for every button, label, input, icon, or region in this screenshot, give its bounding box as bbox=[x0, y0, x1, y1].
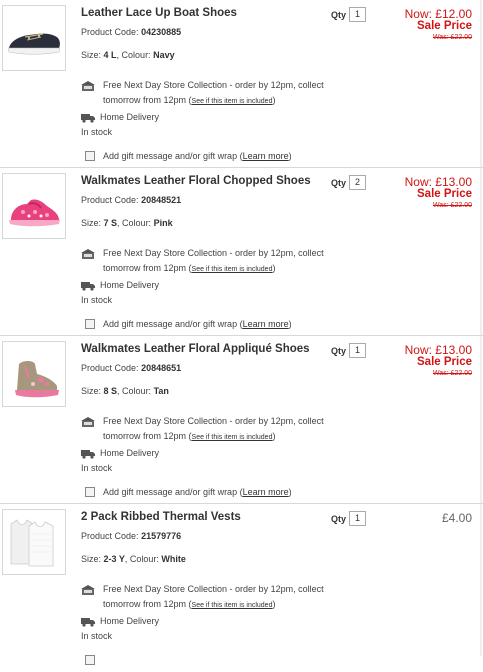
product-image-thermal-vests[interactable] bbox=[2, 509, 66, 575]
basket-item: Leather Lace Up Boat Shoes Product Code:… bbox=[0, 0, 483, 168]
store-collection-text-2: tomorrow from 12pm (See if this item is … bbox=[103, 431, 276, 441]
qty-input[interactable]: 1 bbox=[349, 343, 366, 358]
product-title[interactable]: Walkmates Leather Floral Appliqué Shoes bbox=[81, 343, 310, 355]
sale-price-label: Sale Price bbox=[417, 188, 472, 200]
home-delivery-text: Home Delivery bbox=[100, 448, 160, 458]
store-collection-text-2: tomorrow from 12pm (See if this item is … bbox=[103, 599, 276, 609]
price-was: Was: £22.00 bbox=[432, 202, 472, 209]
tan-floral-boot-icon bbox=[15, 361, 59, 398]
product-title[interactable]: Leather Lace Up Boat Shoes bbox=[81, 7, 237, 19]
home-delivery-text: Home Delivery bbox=[100, 112, 160, 122]
store-collection-text: Free Next Day Store Collection - order b… bbox=[103, 416, 324, 426]
product-size-colour: Size: 2-3 Y, Colour: White bbox=[81, 554, 186, 564]
delivery-van-icon bbox=[81, 114, 95, 123]
product-code: Product Code: 20848651 bbox=[81, 363, 182, 373]
product-title[interactable]: 2 Pack Ribbed Thermal Vests bbox=[81, 511, 241, 523]
price-was: Was: £22.00 bbox=[432, 34, 472, 41]
store-collection-text: Free Next Day Store Collection - order b… bbox=[103, 248, 324, 258]
see-if-included-link[interactable]: See if this item is included bbox=[192, 602, 273, 609]
product-image-tan-boot[interactable] bbox=[2, 341, 66, 407]
see-if-included-link[interactable]: See if this item is included bbox=[192, 98, 273, 105]
qty-input[interactable]: 2 bbox=[349, 175, 366, 190]
qty-label: Qty bbox=[331, 10, 347, 20]
gift-wrap-label: Add gift message and/or gift wrap (Learn… bbox=[103, 151, 292, 161]
stock-status: In stock bbox=[81, 463, 113, 473]
qty-label: Qty bbox=[331, 514, 347, 524]
qty-label: Qty bbox=[331, 178, 347, 188]
stock-status: In stock bbox=[81, 631, 113, 641]
product-size-colour: Size: 8 S, Colour: Tan bbox=[81, 386, 169, 396]
learn-more-link[interactable]: Learn more bbox=[243, 319, 289, 329]
gift-wrap-checkbox[interactable] bbox=[85, 655, 95, 665]
pink-floral-shoe-icon bbox=[9, 199, 60, 227]
store-collection-text: Free Next Day Store Collection - order b… bbox=[103, 80, 324, 90]
product-code: Product Code: 21579776 bbox=[81, 531, 182, 541]
stock-status: In stock bbox=[81, 295, 113, 305]
store-collection-icon bbox=[81, 249, 95, 259]
home-delivery-text: Home Delivery bbox=[100, 280, 160, 290]
qty-input[interactable]: 1 bbox=[349, 7, 366, 22]
product-code: Product Code: 04230885 bbox=[81, 27, 182, 37]
store-collection-text: Free Next Day Store Collection - order b… bbox=[103, 584, 324, 594]
product-title[interactable]: Walkmates Leather Floral Chopped Shoes bbox=[81, 175, 311, 187]
delivery-van-icon bbox=[81, 282, 95, 291]
delivery-van-icon bbox=[81, 450, 95, 459]
basket-item: 2 Pack Ribbed Thermal Vests Product Code… bbox=[0, 504, 483, 672]
sale-price-label: Sale Price bbox=[417, 356, 472, 368]
gift-wrap-label: Add gift message and/or gift wrap (Learn… bbox=[103, 319, 292, 329]
delivery-van-icon bbox=[81, 618, 95, 627]
price-now: Now: £13.00 bbox=[404, 175, 472, 189]
product-image-pink-shoe[interactable] bbox=[2, 173, 66, 239]
learn-more-link[interactable]: Learn more bbox=[243, 487, 289, 497]
basket-item: Walkmates Leather Floral Appliqué Shoes … bbox=[0, 336, 483, 504]
store-collection-text-2: tomorrow from 12pm (See if this item is … bbox=[103, 95, 276, 105]
price: £4.00 bbox=[441, 511, 472, 525]
see-if-included-link[interactable]: See if this item is included bbox=[192, 266, 273, 273]
gift-wrap-checkbox[interactable] bbox=[85, 319, 95, 329]
stock-status: In stock bbox=[81, 127, 113, 137]
white-thermal-vests-icon bbox=[10, 519, 54, 567]
gift-wrap-label: Add gift message and/or gift wrap (Learn… bbox=[103, 487, 292, 497]
sale-price-label: Sale Price bbox=[417, 20, 472, 32]
product-image-boat-shoe[interactable] bbox=[2, 5, 66, 71]
basket-item: Walkmates Leather Floral Chopped Shoes P… bbox=[0, 168, 483, 336]
price-now: Now: £12.00 bbox=[404, 7, 472, 21]
qty-input[interactable]: 1 bbox=[349, 511, 366, 526]
store-collection-icon bbox=[81, 585, 95, 595]
qty-label: Qty bbox=[331, 346, 347, 356]
store-collection-icon bbox=[81, 417, 95, 427]
see-if-included-link[interactable]: See if this item is included bbox=[192, 434, 273, 441]
price-was: Was: £22.00 bbox=[432, 370, 472, 377]
product-size-colour: Size: 4 L, Colour: Navy bbox=[81, 50, 175, 60]
product-code: Product Code: 20848521 bbox=[81, 195, 182, 205]
store-collection-icon bbox=[81, 81, 95, 91]
gift-wrap-checkbox[interactable] bbox=[85, 151, 95, 161]
home-delivery-text: Home Delivery bbox=[100, 616, 160, 626]
store-collection-text-2: tomorrow from 12pm (See if this item is … bbox=[103, 263, 276, 273]
navy-boat-shoe-icon bbox=[7, 33, 61, 55]
price-now: Now: £13.00 bbox=[404, 343, 472, 357]
learn-more-link[interactable]: Learn more bbox=[243, 151, 289, 161]
product-size-colour: Size: 7 S, Colour: Pink bbox=[81, 218, 173, 228]
gift-wrap-checkbox[interactable] bbox=[85, 487, 95, 497]
